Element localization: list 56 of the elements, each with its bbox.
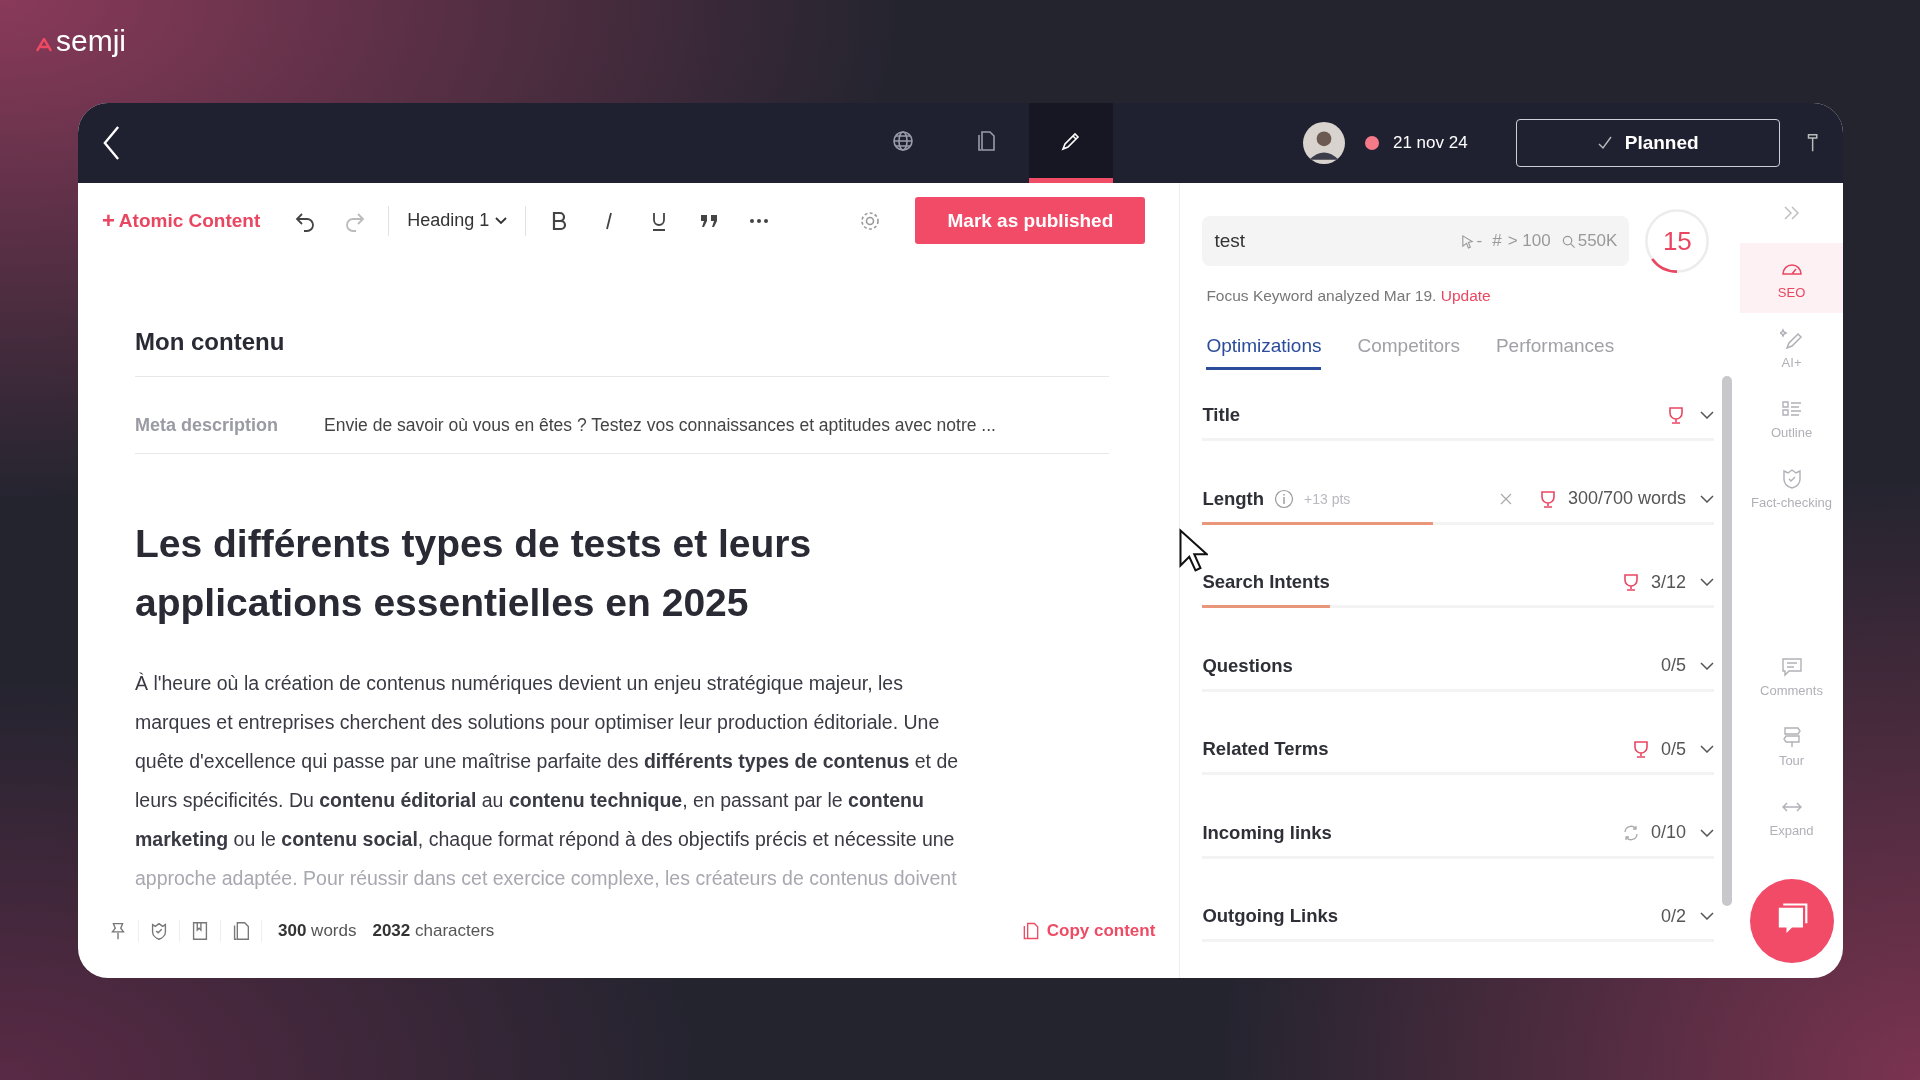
score-value: 0/5 [1661,738,1687,760]
brand-name: semji [56,23,126,58]
chevron-down-icon[interactable] [1700,661,1715,670]
optimization-label[interactable]: Search Intents [1202,571,1330,593]
panel-tab[interactable]: Optimizations [1206,335,1322,370]
pin-icon[interactable] [1805,132,1819,154]
status-dot [1364,136,1379,150]
globe-icon[interactable] [890,128,915,153]
info-icon[interactable] [1274,488,1295,509]
content-title[interactable]: Mon contenu [135,328,1110,378]
character-count: 2032 characters [372,921,495,942]
planned-button[interactable]: Planned [1515,119,1780,167]
mark-as-published-button[interactable]: Mark as published [915,197,1146,245]
chevron-down-icon[interactable] [1700,411,1715,419]
chevron-down-icon[interactable] [1700,745,1715,753]
chevron-down-icon[interactable] [1700,494,1715,503]
pencil-tab[interactable] [1028,103,1113,183]
analysis-note: Focus Keyword analyzed Mar 19. [1206,287,1437,304]
article-heading: Les différents types de tests et leurs applications essentielles en 2025 [135,521,813,627]
add-content-button[interactable]: + Atomic Content [102,207,261,234]
scrollbar[interactable] [1722,376,1733,906]
optimization-label[interactable]: Related Terms [1202,738,1329,760]
keyword-field[interactable]: test - # > 100 550K [1202,216,1630,266]
optimization-label[interactable]: Title [1202,404,1241,426]
optimization-label[interactable]: Incoming links [1202,821,1332,844]
sparkle-pencil-icon [1779,326,1804,351]
block-type-dropdown[interactable]: Heading 1 [397,210,518,232]
optimization-label[interactable]: Length [1202,487,1265,510]
meta-label: Meta description [135,415,279,437]
chevron-down-icon[interactable] [1700,912,1715,920]
score-value: 0/2 [1661,905,1687,927]
score-gauge: 15 [1643,207,1712,275]
caret-icon [495,216,508,225]
score-value: 0/10 [1651,822,1687,843]
optimization-label[interactable]: Outgoing Links [1202,905,1339,927]
date-text: 21 nov 24 [1392,133,1468,153]
cursor-icon [1459,233,1475,249]
score-value: 3/12 [1651,571,1687,593]
word-count: 300 words [278,921,357,942]
chevron-down-icon[interactable] [1700,578,1715,586]
back-icon[interactable] [102,123,121,163]
optimization-label[interactable]: Questions [1202,654,1293,677]
score-value: 300/700 words [1567,488,1687,509]
mouse-cursor-icon [1178,528,1208,573]
logo-icon [36,37,52,52]
score-value: 0/5 [1661,655,1687,676]
faded-text: approche adaptée. Pour réussir dans cet exercice complexe, les créateurs de contenus doivent [135,866,958,892]
meta-description-field[interactable]: Envie de savoir où vous en êtes ? Testez vos connaissances et aptitudes avec notre ... [324,415,996,437]
avatar[interactable] [1302,122,1345,164]
article-paragraph: À l'heure où la création de contenus numériques devient un enjeu stratégique majeur, les marques et entreprises cherchent des solutions pour optimiser leur production éditoriale. Une quête d'excellence qui passe par une maîtrise parfaite des différents types de contenus et de leurs spécificités. Du contenu éditorial au contenu technique, en passant par le contenu marketing ou le contenu social, chaque format répond à des objectifs précis et nécessite une [135,671,960,853]
copy-content-button[interactable]: Copy content [1020,921,1156,942]
update-link[interactable]: Update [1440,287,1491,304]
points-hint: +13 pts [1304,490,1351,507]
search-icon [1560,233,1576,249]
chevron-down-icon[interactable] [1700,828,1715,837]
check-icon [1596,135,1613,151]
